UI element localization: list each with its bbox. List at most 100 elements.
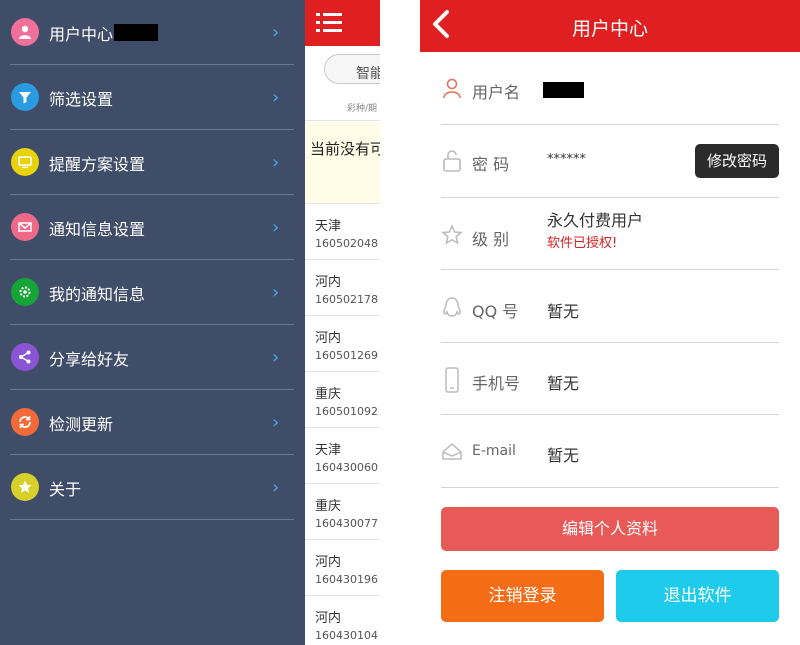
notice-text: 当前没有可 [310, 140, 380, 158]
menu-item-filter-settings[interactable]: 筛选设置 › [0, 65, 305, 130]
user-center-screen: 用户中心 用户名 密 码 ****** 修改密码 级 别 永久付费用户 软件已授… [420, 0, 800, 645]
menu-item-label: 提醒方案设置 [49, 155, 146, 174]
menu-item-label: 关于 [49, 480, 82, 499]
menu-item-check-update[interactable]: 检测更新 › [0, 390, 305, 455]
smart-filter-tab[interactable]: 智能 [324, 54, 380, 84]
issue-number: 160430196 [315, 573, 378, 586]
main-header [305, 0, 380, 46]
change-password-button[interactable]: 修改密码 [695, 144, 779, 178]
lottery-city: 重庆 [315, 387, 342, 402]
user-outline-icon [441, 77, 463, 99]
lottery-city: 重庆 [315, 499, 342, 514]
envelope-icon [11, 213, 39, 241]
menu-item-about[interactable]: 关于 › [0, 455, 305, 520]
monitor-icon [11, 148, 39, 176]
level-label: 级 别 [472, 230, 510, 249]
list-item[interactable]: 河内 160502178 [305, 260, 380, 316]
logout-button[interactable]: 注销登录 [441, 570, 604, 622]
divider [441, 197, 779, 198]
menu-item-label: 筛选设置 [49, 90, 114, 109]
divider [441, 487, 779, 488]
share-icon [11, 343, 39, 371]
menu-item-label: 通知信息设置 [49, 220, 146, 239]
issue-number: 160502178 [315, 293, 378, 306]
lottery-city: 河内 [315, 331, 342, 346]
chevron-right-icon: › [272, 412, 280, 433]
issue-number: 160501092 [315, 405, 378, 418]
chevron-right-icon: › [272, 282, 280, 303]
divider [441, 124, 779, 125]
redacted-username [114, 24, 158, 41]
list-item[interactable]: 河内 160430196 [305, 540, 380, 596]
chevron-right-icon: › [272, 152, 280, 173]
edit-profile-button[interactable]: 编辑个人资料 [441, 507, 779, 551]
level-row: 级 别 永久付费用户 软件已授权! [441, 204, 779, 264]
lottery-city: 天津 [315, 443, 342, 458]
menu-item-notification-settings[interactable]: 通知信息设置 › [0, 195, 305, 260]
phone-row: 手机号 暂无 [441, 360, 779, 400]
email-icon [441, 440, 463, 462]
chevron-right-icon: › [272, 87, 280, 108]
divider [441, 269, 779, 270]
phone-label: 手机号 [472, 374, 521, 393]
lottery-city: 河内 [315, 275, 342, 290]
lock-icon [441, 149, 463, 172]
app-header: 用户中心 [420, 0, 800, 52]
level-value: 永久付费用户 [547, 211, 644, 230]
chevron-right-icon: › [272, 22, 280, 43]
hamburger-menu-icon[interactable] [316, 12, 342, 34]
email-label: E-mail [472, 443, 516, 459]
gear-icon [11, 278, 39, 306]
column-header-label: 彩种/期 [347, 104, 378, 114]
list-item[interactable]: 重庆 160501092 [305, 372, 380, 428]
qq-label: QQ 号 [472, 302, 519, 321]
exit-app-button[interactable]: 退出软件 [616, 570, 779, 622]
main-screen-partial: 智能 彩种/期 当前没有可 天津 160502048 河内 160502178 … [305, 0, 380, 645]
page-title: 用户中心 [571, 18, 648, 40]
list-item[interactable]: 天津 160430060 [305, 428, 380, 484]
divider [441, 414, 779, 415]
list-item[interactable]: 河内 160430104 [305, 596, 380, 645]
divider [10, 519, 294, 520]
qq-penguin-icon [441, 296, 463, 318]
issue-number: 160502048 [315, 237, 378, 250]
password-value: ****** [547, 152, 586, 167]
redacted-username-value [543, 82, 584, 98]
menu-item-label: 我的通知信息 [49, 285, 146, 304]
lottery-city: 河内 [315, 611, 342, 626]
menu-item-user-center[interactable]: 用户中心 › [0, 0, 305, 65]
chevron-right-icon: › [272, 477, 280, 498]
issue-number: 160430060 [315, 461, 378, 474]
lottery-city: 河内 [315, 555, 342, 570]
menu-item-my-notifications[interactable]: 我的通知信息 › [0, 260, 305, 325]
phone-icon [441, 366, 463, 393]
filter-icon [11, 83, 39, 111]
menu-item-share[interactable]: 分享给好友 › [0, 325, 305, 390]
star-icon [11, 473, 39, 501]
panel-gap [380, 0, 420, 645]
lottery-city: 天津 [315, 219, 342, 234]
list-item[interactable]: 河内 160501269 [305, 316, 380, 372]
star-outline-icon [441, 224, 463, 246]
list-item[interactable]: 重庆 160430077 [305, 484, 380, 540]
menu-item-label: 用户中心 [49, 25, 114, 44]
email-row: E-mail 暂无 [441, 432, 779, 472]
chevron-right-icon: › [272, 347, 280, 368]
column-header: 彩种/期 [305, 93, 380, 121]
navigation-drawer: 用户中心 › 筛选设置 › 提醒方案设置 › 通知信息设置 › 我的通知信息 ›… [0, 0, 305, 645]
menu-item-reminder-settings[interactable]: 提醒方案设置 › [0, 130, 305, 195]
tab-label: 智能 [356, 66, 380, 82]
username-label: 用户名 [472, 83, 521, 102]
email-value: 暂无 [547, 446, 580, 465]
menu-item-label: 分享给好友 [49, 350, 130, 369]
issue-number: 160501269 [315, 349, 378, 362]
issue-number: 160430077 [315, 517, 378, 530]
user-icon [11, 18, 39, 46]
notice-banner: 当前没有可 [305, 122, 380, 204]
issue-number: 160430104 [315, 629, 378, 642]
username-row: 用户名 [441, 70, 779, 110]
qq-value: 暂无 [547, 302, 580, 321]
password-label: 密 码 [472, 155, 510, 174]
list-item[interactable]: 天津 160502048 [305, 204, 380, 260]
qq-row: QQ 号 暂无 [441, 288, 779, 328]
